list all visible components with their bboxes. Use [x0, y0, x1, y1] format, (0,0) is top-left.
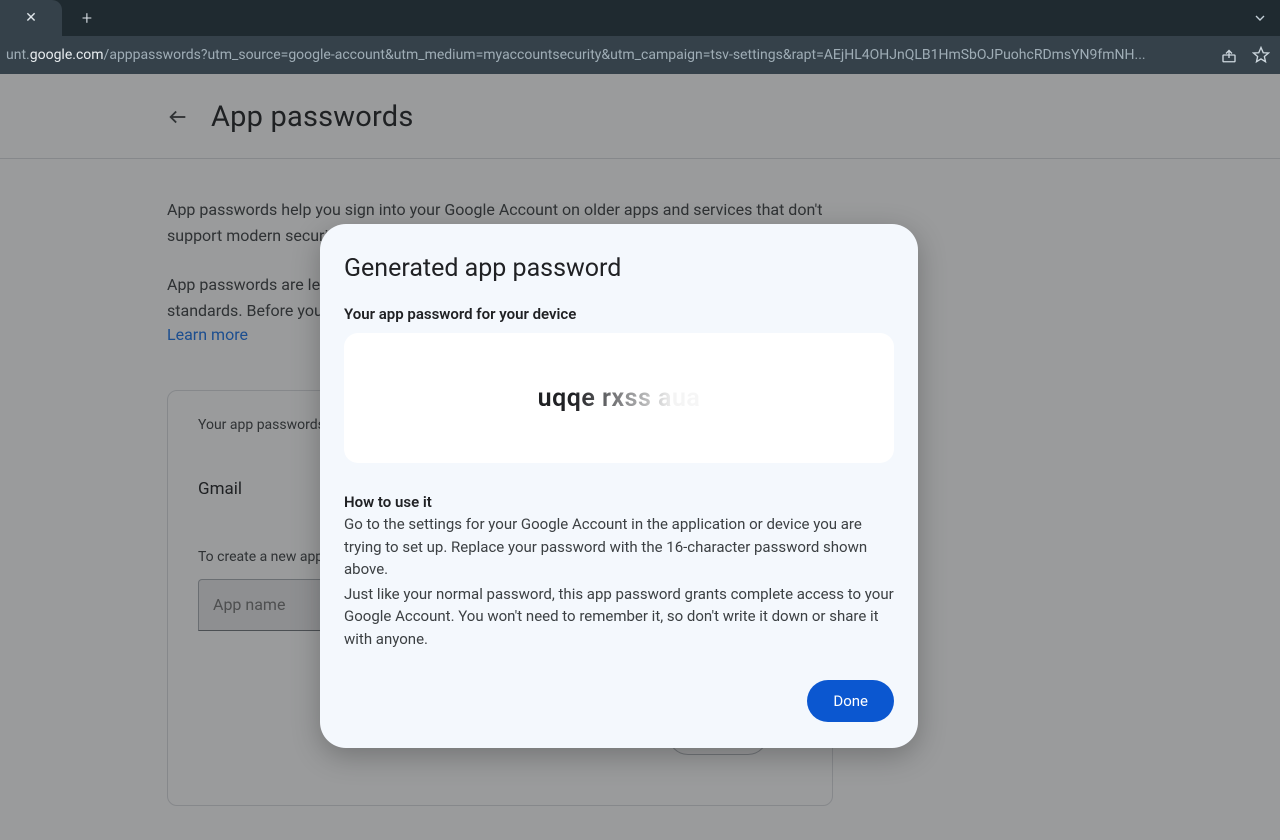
tabs-chevron-icon[interactable] [1252, 10, 1268, 26]
howto-text-2: Just like your normal password, this app… [344, 583, 894, 651]
password-blur-mask [574, 333, 774, 463]
dialog-subtitle: Your app password for your device [344, 305, 894, 323]
address-bar[interactable]: unt.google.com/apppasswords?utm_source=g… [0, 36, 1280, 74]
close-tab-icon[interactable]: ✕ [25, 10, 37, 26]
active-tab[interactable]: ✕ [0, 0, 62, 36]
tab-strip: ✕ + [0, 0, 1280, 36]
password-display-box: uqqe rxss aua [344, 333, 894, 463]
share-icon[interactable] [1216, 42, 1242, 68]
dialog-title: Generated app password [344, 254, 894, 283]
url-text: unt.google.com/apppasswords?utm_source=g… [6, 47, 1210, 63]
generated-password-dialog: Generated app password Your app password… [320, 224, 918, 748]
new-tab-button[interactable]: + [72, 3, 102, 33]
browser-chrome: ✕ + unt.google.com/apppasswords?utm_sour… [0, 0, 1280, 74]
howto-text-1: Go to the settings for your Google Accou… [344, 513, 894, 581]
bookmark-star-icon[interactable] [1248, 42, 1274, 68]
done-button[interactable]: Done [807, 680, 894, 722]
howto-title: How to use it [344, 493, 894, 511]
